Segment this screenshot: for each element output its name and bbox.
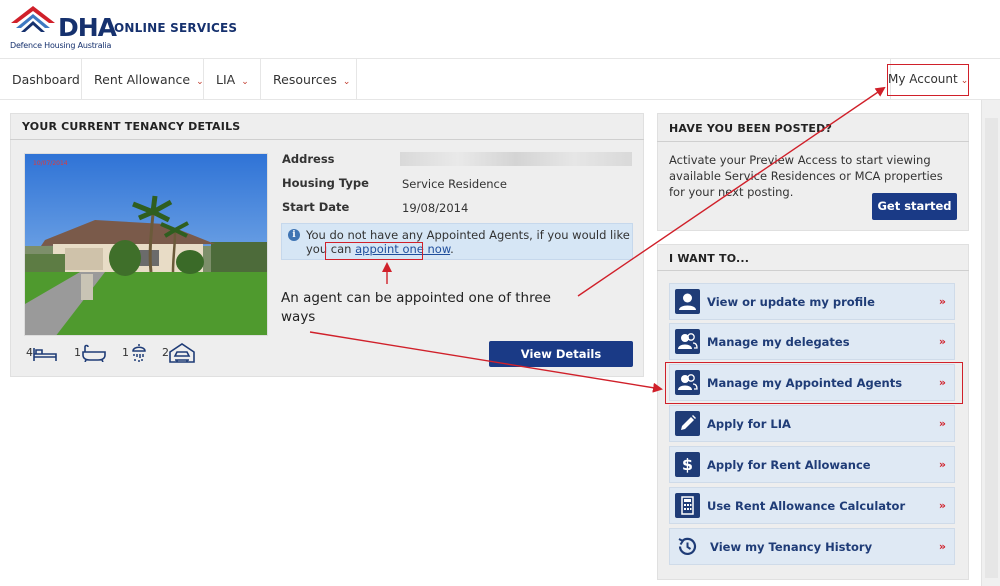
start-date-label: Start Date xyxy=(282,200,350,214)
calculator-icon xyxy=(675,493,700,518)
bed-icon xyxy=(33,348,57,361)
property-photo[interactable]: 10/07/2014 xyxy=(24,153,268,336)
dollar-icon: $ xyxy=(675,452,700,477)
garage-count: 2 xyxy=(162,346,169,359)
bathroom-count: 1 xyxy=(74,346,81,359)
chevron-down-icon: ⌄ xyxy=(241,77,249,87)
chevron-down-icon: ⌄ xyxy=(960,76,969,86)
action-label: Apply for LIA xyxy=(707,417,791,431)
annotation-highlight-agents xyxy=(665,362,963,404)
action-label: Apply for Rent Allowance xyxy=(707,458,871,472)
info-icon: i xyxy=(288,229,300,241)
get-started-button[interactable]: Get started xyxy=(872,193,957,220)
nav-label: Dashboard xyxy=(12,72,80,87)
my-account-menu[interactable]: My Account ⌄ xyxy=(887,64,969,96)
address-label: Address xyxy=(282,152,335,166)
chevron-right-icon: » xyxy=(938,540,946,553)
nav-resources[interactable]: Resources ⌄ xyxy=(261,59,357,100)
action-label: Use Rent Allowance Calculator xyxy=(707,499,906,513)
history-icon xyxy=(675,534,700,559)
users-icon xyxy=(675,329,700,354)
bedroom-count: 4 xyxy=(26,346,33,359)
action-apply-lia[interactable]: Apply for LIA » xyxy=(669,405,955,442)
i-want-to-title: I WANT TO... xyxy=(669,252,750,265)
my-account-label: My Account xyxy=(888,72,958,86)
dha-roof-icon xyxy=(11,6,55,32)
scrollbar-thumb[interactable] xyxy=(985,118,998,578)
housing-type-value: Service Residence xyxy=(402,177,507,191)
logo-subtitle: Defence Housing Australia xyxy=(10,41,112,50)
bath-icon xyxy=(82,344,106,362)
chevron-right-icon: » xyxy=(938,335,946,348)
logo-text: DHA xyxy=(58,13,117,42)
action-label: Manage my delegates xyxy=(707,335,850,349)
nav-label: Resources xyxy=(273,72,337,87)
service-title: ONLINE SERVICES xyxy=(114,21,238,35)
garage-icon xyxy=(169,343,195,363)
chevron-right-icon: » xyxy=(938,499,946,512)
nav-label: Rent Allowance xyxy=(94,72,191,87)
shower-count: 1 xyxy=(122,346,129,359)
chevron-right-icon: » xyxy=(938,417,946,430)
start-date-value: 19/08/2014 xyxy=(402,201,469,215)
nav-dashboard[interactable]: Dashboard xyxy=(0,59,82,100)
posted-panel-title: HAVE YOU BEEN POSTED? xyxy=(669,122,833,135)
pencil-icon xyxy=(675,411,700,436)
tenancy-panel-title: YOUR CURRENT TENANCY DETAILS xyxy=(22,120,241,133)
action-view-profile[interactable]: View or update my profile » xyxy=(669,283,955,320)
annotation-highlight-link xyxy=(325,242,423,260)
dha-logo[interactable]: DHA Defence Housing Australia xyxy=(10,5,117,53)
user-icon xyxy=(675,289,700,314)
action-label: View or update my profile xyxy=(707,295,875,309)
photo-date: 10/07/2014 xyxy=(33,160,68,167)
annotation-note: An agent can be appointed one of three w… xyxy=(281,290,551,325)
chevron-right-icon: » xyxy=(938,295,946,308)
divider xyxy=(10,139,644,140)
action-label: View my Tenancy History xyxy=(710,540,873,554)
divider xyxy=(657,141,969,142)
chevron-down-icon: ⌄ xyxy=(342,77,351,87)
nav-rent-allowance[interactable]: Rent Allowance ⌄ xyxy=(82,59,204,100)
nav-label: LIA xyxy=(216,72,236,87)
housing-type-label: Housing Type xyxy=(282,176,369,190)
action-manage-delegates[interactable]: Manage my delegates » xyxy=(669,323,955,360)
site-header: DHA Defence Housing Australia ONLINE SER… xyxy=(0,0,1000,58)
action-tenancy-history[interactable]: View my Tenancy History » xyxy=(669,528,955,565)
chevron-right-icon: » xyxy=(938,458,946,471)
action-apply-rent-allowance[interactable]: $ Apply for Rent Allowance » xyxy=(669,446,955,483)
agent-info-period: . xyxy=(450,242,454,256)
address-value-redacted xyxy=(400,152,632,166)
house-image xyxy=(25,154,267,335)
page-scrollbar[interactable] xyxy=(981,100,1000,586)
main-nav: Dashboard Rent Allowance ⌄ LIA ⌄ Resources… xyxy=(0,58,1000,100)
nav-lia[interactable]: LIA ⌄ xyxy=(204,59,261,100)
view-details-button[interactable]: View Details xyxy=(489,341,633,367)
divider xyxy=(657,270,969,271)
shower-icon xyxy=(132,344,146,362)
action-rent-allowance-calculator[interactable]: Use Rent Allowance Calculator » xyxy=(669,487,955,524)
chevron-down-icon: ⌄ xyxy=(196,77,204,87)
